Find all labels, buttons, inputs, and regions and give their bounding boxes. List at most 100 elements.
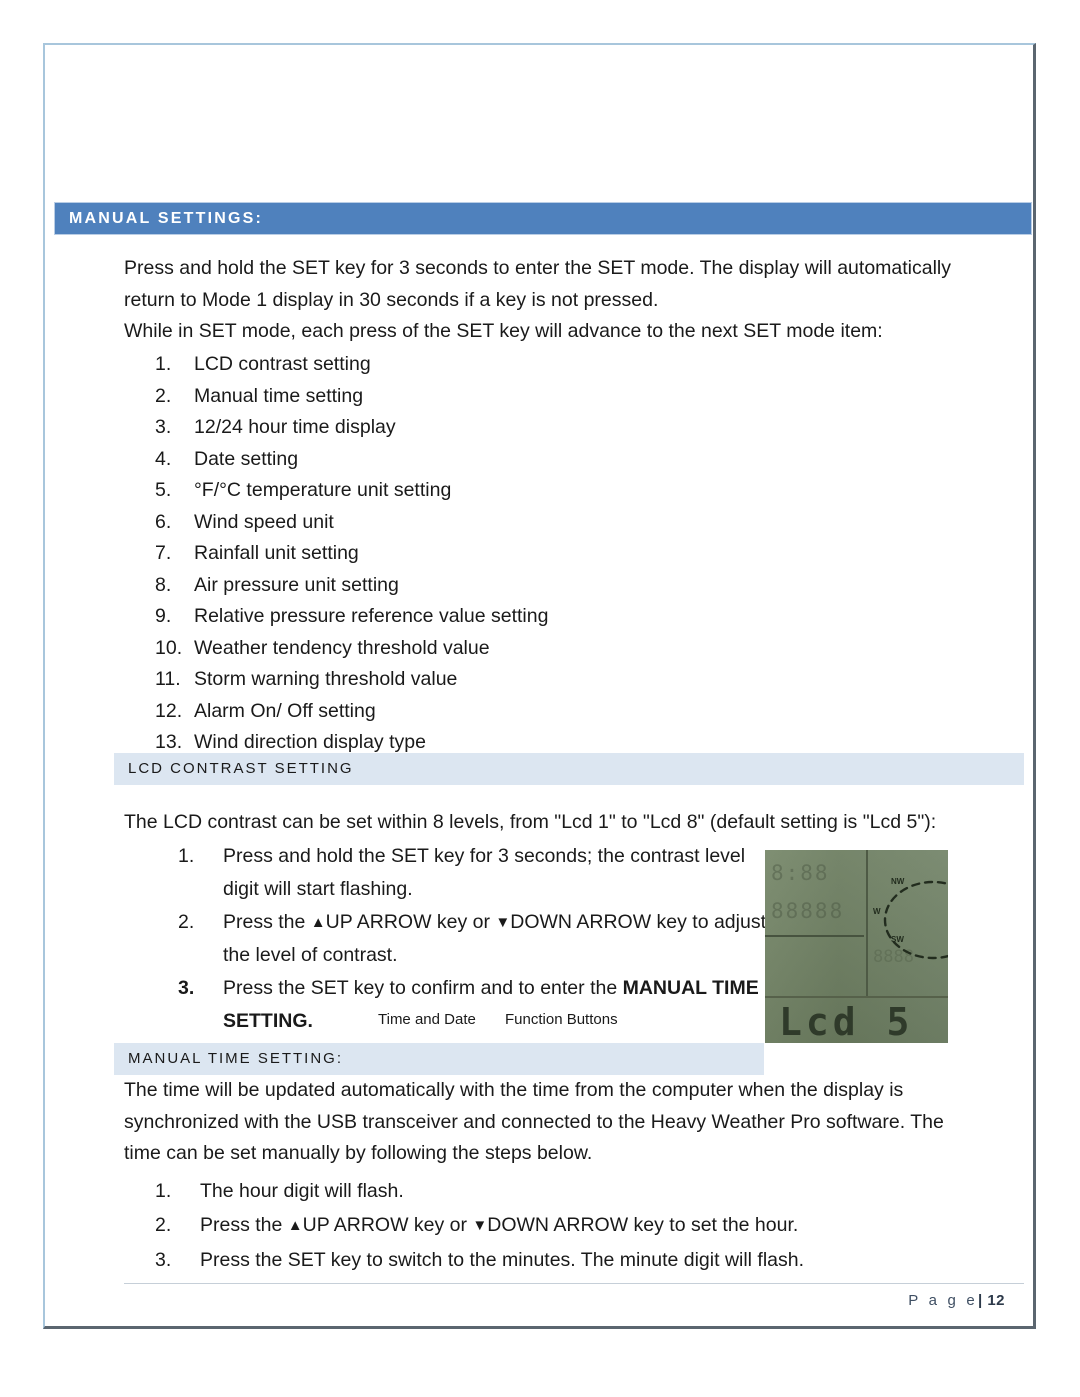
text-run: The hour digit will flash. xyxy=(200,1180,404,1202)
list-item-label: Press the SET key to confirm and to ente… xyxy=(223,977,759,1032)
list-item-number: 11. xyxy=(155,668,181,690)
list-item: 12. Alarm On/ Off setting xyxy=(155,696,715,728)
list-item: 9. Relative pressure reference value sett… xyxy=(155,601,715,633)
lcd-ghost-digits-line1: 8:88 xyxy=(771,861,830,885)
list-item: 2. Press the ▲UP ARROW key or ▼DOWN ARROW… xyxy=(178,906,778,972)
text-run: UP ARROW key or xyxy=(302,1214,473,1236)
up-arrow-icon: ▲ xyxy=(310,914,326,931)
wind-compass-icon xyxy=(871,858,948,983)
section-heading-lcd-contrast-setting: LCD CONTRAST SETTING xyxy=(114,753,1024,785)
set-mode-items-list: 1. LCD contrast setting 2. Manual time sett… xyxy=(155,349,715,790)
footer-page-word: P a g e xyxy=(908,1292,978,1309)
lcd-ghost-digits-line2: 88888 xyxy=(771,899,845,923)
list-item-number: 7. xyxy=(155,542,172,564)
page-content: MANUAL SETTINGS: Press and hold the SET … xyxy=(45,45,1038,1331)
list-item: 1. LCD contrast setting xyxy=(155,349,715,381)
list-item-label: Air pressure unit setting xyxy=(194,573,399,596)
manual-settings-intro-paragraph: Press and hold the SET key for 3 seconds… xyxy=(124,257,952,311)
section-heading-manual-settings: MANUAL SETTINGS: xyxy=(54,202,1032,235)
text-run: Press the xyxy=(223,911,311,933)
text-run: UP ARROW key or xyxy=(325,911,496,933)
text-run: Press the SET key to switch to the minut… xyxy=(200,1249,805,1271)
list-item-number: 9. xyxy=(155,605,172,627)
down-arrow-icon: ▼ xyxy=(472,1217,488,1234)
list-item-number: 1. xyxy=(178,845,195,867)
list-item-number: 3. xyxy=(178,977,195,999)
text-run: Press and hold the SET key for 3 seconds… xyxy=(223,845,746,900)
list-item: 1. Press and hold the SET key for 3 secon… xyxy=(178,840,778,906)
text-run: Press the SET key to confirm and to ente… xyxy=(223,977,623,999)
list-item-label: Press the ▲UP ARROW key or ▼DOWN ARROW k… xyxy=(200,1214,798,1236)
lcd-ghost-digits: 8:88 88888 xyxy=(771,854,859,930)
list-item: 5. °F/°C temperature unit setting xyxy=(155,475,715,507)
page-frame: MANUAL SETTINGS: Press and hold the SET … xyxy=(43,43,1036,1329)
list-item-number: 5. xyxy=(155,479,172,501)
list-item-label: Rainfall unit setting xyxy=(194,542,359,564)
list-item-label: Manual time setting xyxy=(194,384,364,407)
section-heading-manual-time-setting: MANUAL TIME SETTING: xyxy=(114,1043,764,1075)
list-item: 7. Rainfall unit setting xyxy=(155,538,715,570)
list-item-number: 4. xyxy=(155,447,172,470)
lcd-display-photo: 8:88 88888 8888 NW W SW Lcd 5 xyxy=(765,850,948,1043)
wind-compass-svg xyxy=(883,880,948,960)
list-item-number: 12. xyxy=(155,699,183,722)
compass-label-sw: SW xyxy=(891,935,904,944)
footer-divider xyxy=(124,1283,1024,1284)
manual-time-paragraph: The time will be updated automatically w… xyxy=(124,1079,944,1164)
list-item: 8. Air pressure unit setting xyxy=(155,570,715,602)
list-item-label: Relative pressure reference value settin… xyxy=(194,605,549,627)
list-item-number: 2. xyxy=(155,384,172,407)
list-item-label: Weather tendency threshold value xyxy=(194,636,490,659)
lcd-contrast-steps-list: 1. Press and hold the SET key for 3 secon… xyxy=(178,840,778,1038)
list-item-label: 12/24 hour time display xyxy=(194,416,396,438)
lcd-horizontal-divider-lower xyxy=(765,996,948,998)
down-arrow-icon: ▼ xyxy=(495,914,511,931)
caption-time-and-date: Time and Date xyxy=(378,1011,476,1028)
list-item-number: 8. xyxy=(155,573,172,596)
list-item: 6. Wind speed unit xyxy=(155,507,715,539)
list-item-label: Press and hold the SET key for 3 seconds… xyxy=(223,845,745,900)
list-item: 3. Press the SET key to confirm and to en… xyxy=(178,972,778,1038)
text-run: DOWN ARROW key to set the hour. xyxy=(487,1214,799,1236)
list-item-label: Wind speed unit xyxy=(194,510,334,533)
list-item-number: 2. xyxy=(178,911,195,933)
list-item: 11. Storm warning threshold value xyxy=(155,664,715,696)
footer-page-separator: | xyxy=(977,1292,983,1309)
list-item-label: Date setting xyxy=(194,447,299,470)
list-item-number: 3. xyxy=(155,416,172,438)
list-item: 2. Press the ▲UP ARROW key or ▼DOWN ARROW… xyxy=(155,1208,875,1243)
compass-label-nw: NW xyxy=(891,877,905,886)
lcd-contrast-readout: Lcd 5 xyxy=(779,1000,914,1043)
list-item: 1. The hour digit will flash. xyxy=(155,1174,875,1208)
caption-function-buttons: Function Buttons xyxy=(505,1011,618,1028)
list-item-number: 1. xyxy=(155,353,172,375)
list-item-label: Alarm On/ Off setting xyxy=(194,699,376,722)
list-item: 10. Weather tendency threshold value xyxy=(155,633,715,665)
list-item-number: 3. xyxy=(155,1249,172,1271)
list-item-label: Storm warning threshold value xyxy=(194,668,458,690)
lcd-horizontal-divider-upper xyxy=(765,935,864,937)
list-item: 3. Press the SET key to switch to the min… xyxy=(155,1243,875,1277)
list-item: 4. Date setting xyxy=(155,444,715,476)
list-item-number: 6. xyxy=(155,510,172,533)
list-item-number: 2. xyxy=(155,1214,172,1236)
list-item-number: 1. xyxy=(155,1180,172,1202)
lcd-contrast-intro-paragraph: The LCD contrast can be set within 8 lev… xyxy=(124,811,937,833)
list-item: 3. 12/24 hour time display xyxy=(155,412,715,444)
list-item-label: Press the ▲UP ARROW key or ▼DOWN ARROW k… xyxy=(223,911,766,966)
manual-settings-intro-line3: While in SET mode, each press of the SET… xyxy=(124,320,883,342)
list-item-label: LCD contrast setting xyxy=(194,353,371,375)
list-item: 2. Manual time setting xyxy=(155,381,715,413)
list-item-number: 10. xyxy=(155,636,183,659)
up-arrow-icon: ▲ xyxy=(287,1217,303,1234)
lcd-vertical-divider xyxy=(866,850,868,997)
list-item-label: °F/°C temperature unit setting xyxy=(194,479,452,501)
list-item-label: The hour digit will flash. xyxy=(200,1180,404,1202)
footer-page-value: 12 xyxy=(987,1292,1005,1309)
list-item-label: Press the SET key to switch to the minut… xyxy=(200,1249,804,1271)
footer-page-number: P a g e| 12 xyxy=(908,1292,1005,1309)
compass-label-w: W xyxy=(873,907,881,916)
text-run: Press the xyxy=(200,1214,288,1236)
list-item-label: Wind direction display type xyxy=(194,731,426,753)
manual-time-steps-list: 1. The hour digit will flash. 2. Press the … xyxy=(155,1174,875,1277)
